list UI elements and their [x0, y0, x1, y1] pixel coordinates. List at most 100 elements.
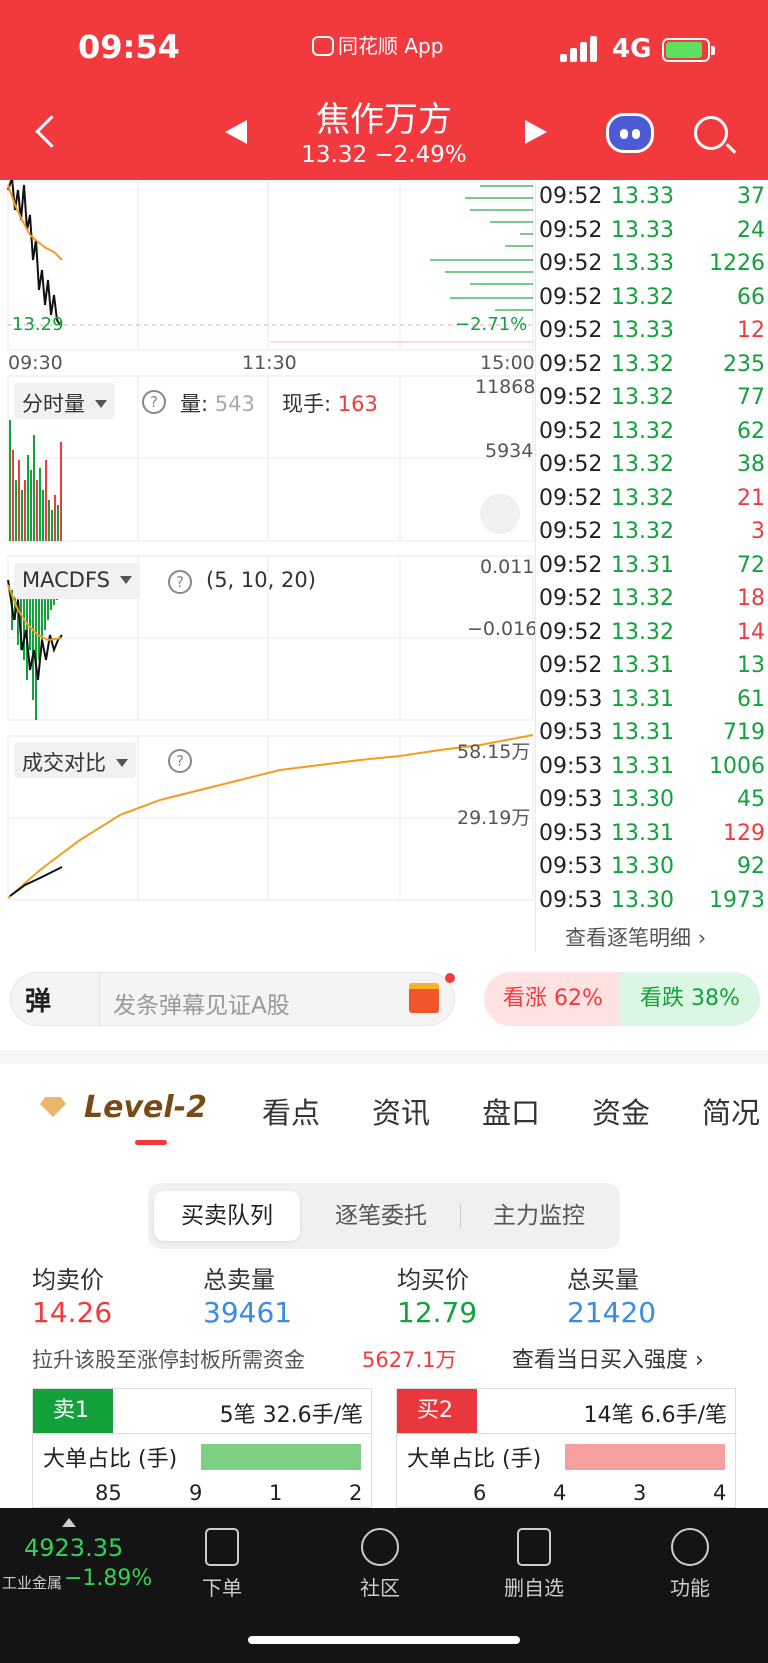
help-icon[interactable]: ? [168, 749, 192, 773]
macd-axis-mid: −0.016 [467, 618, 538, 640]
tick-row: 09:53 13.30 1973 [539, 888, 765, 921]
signal-icon [560, 36, 600, 62]
search-icon[interactable] [694, 116, 728, 150]
tick-price: 13.32 [611, 452, 674, 477]
tab-funds[interactable]: 资金 [592, 1090, 650, 1132]
tab-level2[interactable]: Level-2 [84, 1090, 207, 1125]
nav-functions-label: 功能 [670, 1576, 710, 1600]
tick-price: 13.32 [611, 485, 674, 511]
nav-order[interactable]: 下单 [172, 1528, 272, 1601]
tab-highlights[interactable]: 看点 [262, 1090, 320, 1132]
avg-sell-value: 14.26 [32, 1296, 113, 1329]
tick-price: 13.32 [611, 385, 674, 410]
volume-value: 543 [214, 392, 255, 416]
danmu-bar[interactable]: 弹 发条弹幕见证A股 [10, 972, 455, 1027]
view-tick-details-link[interactable]: 查看逐笔明细 › [565, 922, 706, 952]
queue-num: 3 [633, 1481, 647, 1505]
tick-price: 13.33 [611, 251, 674, 276]
expand-up-icon[interactable] [62, 1518, 76, 1527]
tick-price: 13.32 [611, 284, 674, 310]
gift-icon[interactable] [409, 983, 439, 1013]
tick-volume: 1226 [709, 251, 765, 276]
tick-volume: 24 [737, 217, 765, 243]
document-icon [205, 1528, 239, 1566]
tick-time: 09:52 [539, 619, 603, 645]
tick-list[interactable]: 09:52 13.33 37 09:52 13.33 24 09:52 13.33 1226 09… [535, 182, 768, 957]
tick-price: 13.32 [611, 619, 674, 645]
section-divider [0, 1050, 768, 1064]
tick-volume: 61 [737, 686, 765, 712]
queue-num: 1 [269, 1481, 283, 1505]
tick-volume: 1973 [709, 887, 765, 913]
tick-volume: 45 [737, 787, 765, 812]
nav-community[interactable]: 社区 [330, 1528, 430, 1601]
vote-rise-button[interactable]: 看涨 62% [484, 972, 622, 1026]
buy-queue-card[interactable]: 买2 14笔 6.6手/笔 大单占比 (手) 6 4 3 4 [396, 1388, 737, 1508]
tick-price: 13.31 [611, 753, 674, 779]
tick-volume: 38 [737, 452, 765, 477]
tick-volume: 129 [723, 820, 765, 846]
buy-strength-link[interactable]: 查看当日买入强度 › [512, 1342, 704, 1374]
segmented-control: 买卖队列 逐笔委托 主力监控 [148, 1183, 620, 1249]
tick-row: 09:52 13.32 62 [539, 419, 765, 452]
segment-tick-orders[interactable]: 逐笔委托 [308, 1191, 454, 1241]
tick-time: 09:52 [539, 385, 603, 410]
danmu-icon: 弹 [25, 987, 52, 1017]
tick-row: 09:52 13.32 21 [539, 486, 765, 519]
sell-queue-card[interactable]: 卖1 5笔 32.6手/笔 大单占比 (手) 85 9 1 2 [32, 1388, 373, 1508]
queue-num: 6 [473, 1481, 487, 1505]
tick-time: 09:53 [539, 720, 603, 745]
next-stock-button[interactable] [525, 120, 547, 144]
prev-stock-button[interactable] [225, 120, 247, 144]
danmu-input[interactable]: 发条弹幕见证A股 [113, 986, 290, 1020]
assistant-robot-icon[interactable] [606, 113, 654, 153]
chart-area[interactable]: 13.29 −2.71% 09:30 11:30 15:00 分时量 ? 量: … [0, 180, 538, 955]
macd-panel-selector[interactable]: MACDFS [14, 563, 140, 599]
index-value[interactable]: 4923.35 [24, 1534, 123, 1562]
tick-time: 09:53 [539, 887, 603, 913]
help-icon[interactable]: ? [168, 570, 192, 594]
tick-price: 13.32 [611, 418, 674, 444]
buy-big-order-label: 大单占比 (手) [407, 1447, 542, 1472]
battery-icon [662, 38, 715, 62]
expand-icon[interactable] [480, 494, 520, 534]
current-hand-text: 现手: [282, 392, 332, 416]
tick-volume: 66 [737, 284, 765, 310]
tick-volume: 18 [737, 586, 765, 611]
app-logo-icon [312, 36, 334, 56]
buy-strength-text: 查看当日买入强度 [512, 1348, 689, 1373]
tick-row: 09:52 13.33 24 [539, 218, 765, 251]
vote-fall-button[interactable]: 看跌 38% [620, 972, 760, 1026]
queue-num: 4 [553, 1481, 567, 1505]
compare-panel-selector[interactable]: 成交对比 [14, 742, 136, 778]
tick-price: 13.33 [611, 318, 674, 343]
back-button[interactable] [30, 112, 60, 152]
volume-selector-label: 分时量 [22, 392, 85, 416]
tick-time: 09:52 [539, 418, 603, 444]
nav-functions[interactable]: 功能 [640, 1528, 740, 1601]
volume-panel-selector[interactable]: 分时量 [14, 383, 115, 419]
tab-profile[interactable]: 简况 [702, 1090, 760, 1132]
buy-queue-head: 买2 [397, 1389, 477, 1433]
sell-big-order-bar [201, 1444, 361, 1470]
compare-axis-top: 58.15万 [457, 741, 531, 763]
help-icon[interactable]: ? [142, 390, 166, 414]
segment-order-queue[interactable]: 买卖队列 [154, 1191, 300, 1241]
stock-price-change: 13.32 −2.49% [301, 142, 467, 168]
macd-params: (5, 10, 20) [206, 568, 316, 592]
time-axis-end: 15:00 [480, 352, 535, 374]
view-tick-details-text: 查看逐笔明细 [565, 926, 691, 950]
status-app-label: 同花顺 App [312, 30, 443, 59]
tick-row: 09:52 13.31 13 [539, 653, 765, 686]
segment-main-monitor[interactable]: 主力监控 [466, 1191, 612, 1241]
depth-bars [430, 185, 533, 311]
tab-orderbook[interactable]: 盘口 [482, 1090, 540, 1132]
volume-bars [9, 420, 62, 541]
tick-price: 13.31 [611, 720, 674, 745]
tick-volume: 72 [737, 552, 765, 578]
tick-row: 09:52 13.32 235 [539, 352, 765, 385]
chevron-down-icon [116, 759, 128, 767]
nav-remove-watchlist[interactable]: 删自选 [484, 1528, 584, 1601]
tab-news[interactable]: 资讯 [372, 1090, 430, 1132]
tick-row: 09:52 13.32 3 [539, 519, 765, 552]
